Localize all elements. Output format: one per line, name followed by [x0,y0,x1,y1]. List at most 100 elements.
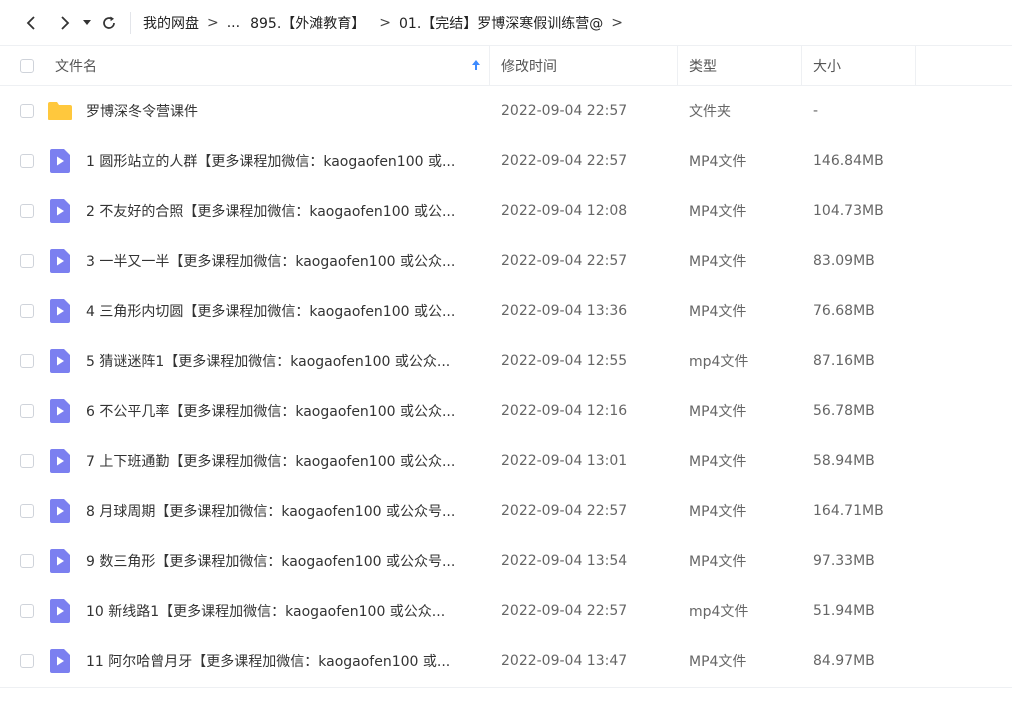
file-type: MP4文件 [689,454,747,470]
file-name[interactable]: 9 数三角形【更多课程加微信：kaogaofen100 或公众号... [86,551,455,571]
breadcrumb-parent[interactable]: 895.【外滩教育】 [250,13,365,33]
file-type: MP4文件 [689,404,747,420]
file-name[interactable]: 11 阿尔哈曾月牙【更多课程加微信：kaogaofen100 或... [86,651,450,671]
file-name-cell[interactable]: 5 猜谜迷阵1【更多课程加微信：kaogaofen100 或公众... [0,349,490,373]
column-header-size[interactable]: 大小 [802,45,916,86]
file-type: MP4文件 [689,304,747,320]
file-type: MP4文件 [689,154,747,170]
column-label-size: 大小 [813,58,841,75]
file-row[interactable]: 1 圆形站立的人群【更多课程加微信：kaogaofen100 或... 2022-… [0,136,1012,186]
file-name[interactable]: 5 猜谜迷阵1【更多课程加微信：kaogaofen100 或公众... [86,351,450,371]
file-name-cell[interactable]: 11 阿尔哈曾月牙【更多课程加微信：kaogaofen100 或... [0,649,490,673]
video-file-icon [49,349,71,373]
file-row[interactable]: 3 一半又一半【更多课程加微信：kaogaofen100 或公众... 2022-… [0,236,1012,286]
file-list: 罗博深冬令营课件 2022-09-04 22:57 文件夹 - 1 圆形站立的人群【更多… [0,86,1012,686]
breadcrumb-ellipsis[interactable]: ... [227,15,240,31]
file-row[interactable]: 4 三角形内切圆【更多课程加微信：kaogaofen100 或公... 2022-… [0,286,1012,336]
row-checkbox[interactable] [20,354,34,368]
file-row[interactable]: 7 上下班通勤【更多课程加微信：kaogaofen100 或公众... 2022-… [0,436,1012,486]
row-checkbox[interactable] [20,204,34,218]
row-checkbox[interactable] [20,154,34,168]
file-row[interactable]: 2 不友好的合照【更多课程加微信：kaogaofen100 或公... 2022-… [0,186,1012,236]
video-file-icon [49,399,71,423]
file-name-cell[interactable]: 8 月球周期【更多课程加微信：kaogaofen100 或公众号... [0,499,490,523]
file-row[interactable]: 5 猜谜迷阵1【更多课程加微信：kaogaofen100 或公众... 2022-… [0,336,1012,386]
file-type: 文件夹 [689,104,731,120]
breadcrumb-home[interactable]: 我的网盘 [143,13,199,33]
file-size: 76.68MB [813,303,875,319]
file-row[interactable]: 6 不公平几率【更多课程加微信：kaogaofen100 或公众... 2022-… [0,386,1012,436]
row-checkbox[interactable] [20,404,34,418]
file-row[interactable]: 罗博深冬令营课件 2022-09-04 22:57 文件夹 - [0,86,1012,136]
file-name-cell[interactable]: 7 上下班通勤【更多课程加微信：kaogaofen100 或公众... [0,449,490,473]
video-file-icon [49,449,71,473]
forward-button[interactable] [54,12,76,34]
file-name-cell[interactable]: 6 不公平几率【更多课程加微信：kaogaofen100 或公众... [0,399,490,423]
modified-time: 2022-09-04 13:36 [501,303,628,319]
file-list-header: 文件名 修改时间 类型 大小 [0,45,1012,86]
file-name-cell[interactable]: 9 数三角形【更多课程加微信：kaogaofen100 或公众号... [0,549,490,573]
row-checkbox[interactable] [20,654,34,668]
row-checkbox[interactable] [20,104,34,118]
file-name-cell[interactable]: 4 三角形内切圆【更多课程加微信：kaogaofen100 或公... [0,299,490,323]
breadcrumb-separator-icon: > [379,14,391,31]
file-name[interactable]: 10 新线路1【更多课程加微信：kaogaofen100 或公众... [86,601,445,621]
file-row[interactable]: 8 月球周期【更多课程加微信：kaogaofen100 或公众号... 2022-… [0,486,1012,536]
breadcrumb-current[interactable]: 01.【完结】罗博深寒假训练营@ [399,13,603,33]
sort-ascending-icon[interactable] [471,59,481,71]
file-type: mp4文件 [689,354,749,370]
file-name-cell[interactable]: 罗博深冬令营课件 [0,100,490,122]
toolbar: 我的网盘 > ... 895.【外滩教育】 > 01.【完结】罗博深寒假训练营@… [0,0,1012,46]
file-name-cell[interactable]: 3 一半又一半【更多课程加微信：kaogaofen100 或公众... [0,249,490,273]
file-size: 104.73MB [813,203,884,219]
column-label-type: 类型 [689,58,717,75]
file-name[interactable]: 4 三角形内切圆【更多课程加微信：kaogaofen100 或公... [86,301,455,321]
column-header-name[interactable]: 文件名 [0,45,490,86]
column-header-type[interactable]: 类型 [678,45,802,86]
file-name[interactable]: 1 圆形站立的人群【更多课程加微信：kaogaofen100 或... [86,151,455,171]
video-file-icon [49,149,71,173]
file-name-cell[interactable]: 1 圆形站立的人群【更多课程加微信：kaogaofen100 或... [0,149,490,173]
file-size: 84.97MB [813,653,875,669]
modified-time: 2022-09-04 13:01 [501,453,628,469]
refresh-button[interactable] [98,12,120,34]
history-dropdown-button[interactable] [80,12,94,34]
modified-time: 2022-09-04 22:57 [501,153,628,169]
file-row[interactable]: 10 新线路1【更多课程加微信：kaogaofen100 或公众... 2022-… [0,586,1012,636]
row-checkbox[interactable] [20,604,34,618]
row-checkbox[interactable] [20,254,34,268]
file-size: 56.78MB [813,403,875,419]
column-header-time[interactable]: 修改时间 [490,45,678,86]
file-row[interactable]: 11 阿尔哈曾月牙【更多课程加微信：kaogaofen100 或... 2022-… [0,636,1012,686]
modified-time: 2022-09-04 22:57 [501,603,628,619]
file-size: - [813,103,819,119]
file-name-cell[interactable]: 10 新线路1【更多课程加微信：kaogaofen100 或公众... [0,599,490,623]
file-name[interactable]: 7 上下班通勤【更多课程加微信：kaogaofen100 或公众... [86,451,455,471]
file-size: 87.16MB [813,353,875,369]
breadcrumb-separator-icon: > [611,14,623,31]
video-file-icon [49,249,71,273]
file-row[interactable]: 9 数三角形【更多课程加微信：kaogaofen100 或公众号... 2022-… [0,536,1012,586]
file-name-cell[interactable]: 2 不友好的合照【更多课程加微信：kaogaofen100 或公... [0,199,490,223]
modified-time: 2022-09-04 22:57 [501,103,628,119]
file-name[interactable]: 8 月球周期【更多课程加微信：kaogaofen100 或公众号... [86,501,455,521]
row-checkbox[interactable] [20,454,34,468]
video-file-icon [49,649,71,673]
file-name[interactable]: 2 不友好的合照【更多课程加微信：kaogaofen100 或公... [86,201,455,221]
refresh-icon [103,16,115,29]
select-all-checkbox[interactable] [20,58,34,73]
file-type: MP4文件 [689,504,747,520]
file-size: 164.71MB [813,503,884,519]
file-name[interactable]: 罗博深冬令营课件 [86,101,198,121]
column-label-time: 修改时间 [501,58,557,75]
column-label-name: 文件名 [55,58,97,75]
modified-time: 2022-09-04 13:54 [501,553,628,569]
row-checkbox[interactable] [20,304,34,318]
video-file-icon [49,599,71,623]
file-name[interactable]: 6 不公平几率【更多课程加微信：kaogaofen100 或公众... [86,401,455,421]
file-name[interactable]: 3 一半又一半【更多课程加微信：kaogaofen100 或公众... [86,251,455,271]
row-checkbox[interactable] [20,554,34,568]
back-button[interactable] [20,12,42,34]
folder-icon [47,100,73,122]
row-checkbox[interactable] [20,504,34,518]
